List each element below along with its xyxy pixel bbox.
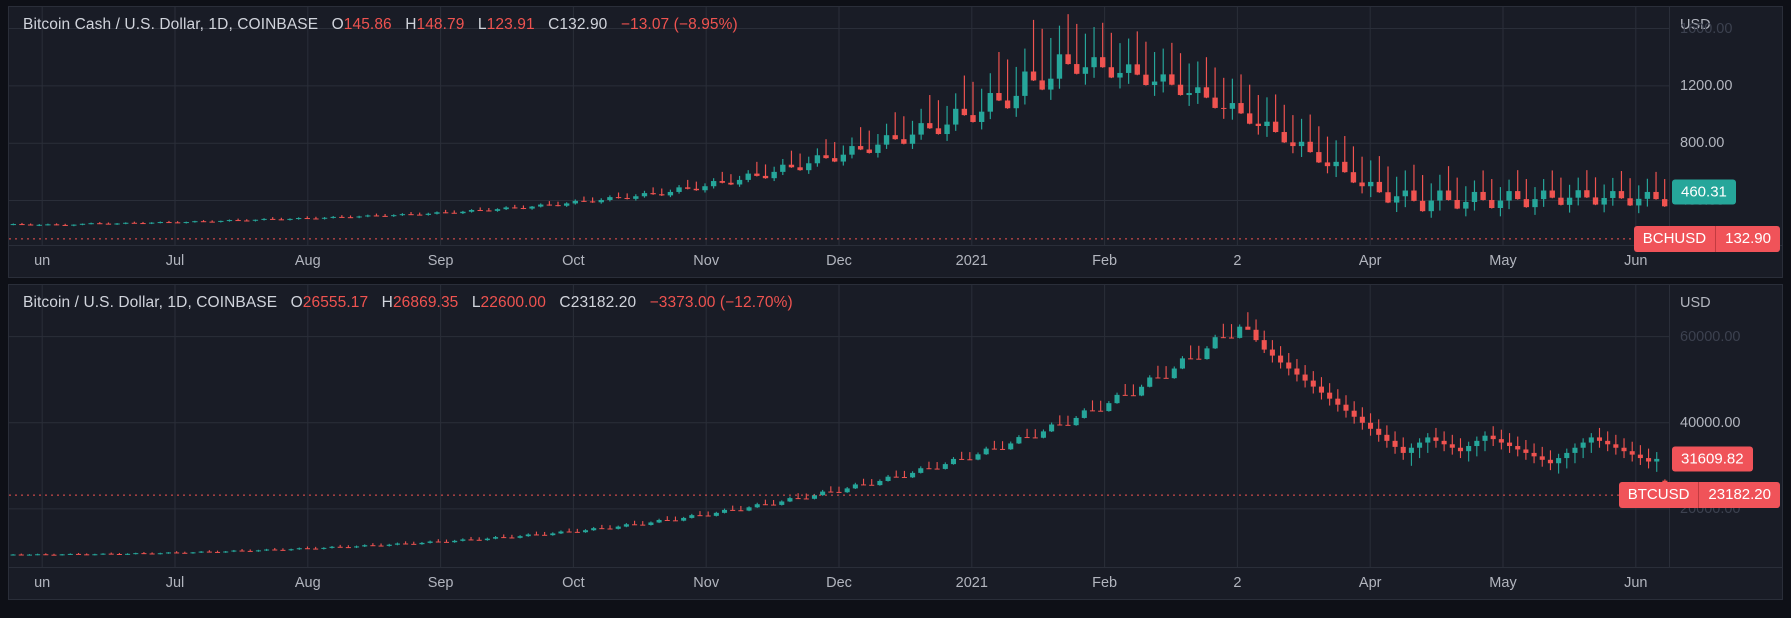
- price-axis-btcusd[interactable]: USD 60000.0040000.0020000.0031609.82: [1669, 285, 1782, 567]
- legend-close-key: C: [548, 16, 559, 33]
- time-tick-un: un: [34, 253, 50, 269]
- legend-high-key: H: [405, 16, 416, 33]
- time-tick-Oct: Oct: [562, 253, 585, 269]
- symbol-price-badge[interactable]: BTCUSD23182.20: [1619, 482, 1780, 508]
- time-tick-Dec: Dec: [826, 575, 852, 591]
- legend-high-key: H: [382, 294, 393, 311]
- legend-low-key: L: [478, 16, 487, 33]
- time-tick-Aug: Aug: [295, 253, 321, 269]
- time-tick-Aug: Aug: [295, 575, 321, 591]
- time-tick-Jul: Jul: [166, 575, 185, 591]
- time-tick-2021: 2021: [956, 575, 988, 591]
- symbol-badge-name[interactable]: BTCUSD: [1619, 482, 1700, 508]
- legend-change: −3373.00 (−12.70%): [650, 294, 793, 311]
- plot-area-btcusd[interactable]: [9, 285, 1669, 567]
- time-tick-Apr: Apr: [1359, 253, 1382, 269]
- legend-low-key: L: [472, 294, 481, 311]
- legend-btcusd[interactable]: Bitcoin / U.S. Dollar, 1D, COINBASE O265…: [23, 294, 793, 312]
- time-tick-Apr: Apr: [1359, 575, 1382, 591]
- time-tick-un: un: [34, 575, 50, 591]
- chart-application: Bitcoin Cash / U.S. Dollar, 1D, COINBASE…: [0, 0, 1791, 618]
- time-tick-Feb: Feb: [1092, 575, 1117, 591]
- legend-high-value: 26869.35: [393, 294, 458, 311]
- legend-low-value: 123.91: [487, 16, 535, 33]
- legend-change: −13.07 (−8.95%): [621, 16, 738, 33]
- legend-open-key: O: [332, 16, 344, 33]
- chart-pane-btcusd[interactable]: Bitcoin / U.S. Dollar, 1D, COINBASE O265…: [8, 284, 1783, 600]
- last-price-badge[interactable]: 31609.82: [1672, 446, 1753, 471]
- legend-open-value: 26555.17: [303, 294, 368, 311]
- price-tick-60000.00: 60000.00: [1680, 329, 1740, 345]
- time-tick-Sep: Sep: [428, 575, 454, 591]
- time-tick-2: 2: [1233, 575, 1241, 591]
- candlestick-svg-bchusd: [9, 7, 1669, 245]
- legend-open-key: O: [291, 294, 303, 311]
- legend-bchusd[interactable]: Bitcoin Cash / U.S. Dollar, 1D, COINBASE…: [23, 16, 738, 34]
- price-tick-1600.00: 1600.00: [1680, 21, 1732, 37]
- time-tick-2: 2: [1233, 253, 1241, 269]
- time-tick-May: May: [1489, 253, 1516, 269]
- chart-pane-bchusd[interactable]: Bitcoin Cash / U.S. Dollar, 1D, COINBASE…: [8, 6, 1783, 278]
- legend-low-value: 22600.00: [481, 294, 546, 311]
- time-tick-Jul: Jul: [166, 253, 185, 269]
- time-tick-Jun: Jun: [1624, 575, 1647, 591]
- symbol-price-badge[interactable]: BCHUSD132.90: [1634, 226, 1780, 252]
- legend-high-value: 148.79: [416, 16, 464, 33]
- time-tick-Nov: Nov: [693, 575, 719, 591]
- time-axis-btcusd[interactable]: un Jul Aug Sep Oct Nov Dec 2021 Feb 2 Apr May Jun: [9, 567, 1782, 599]
- legend-open-value: 145.86: [344, 16, 392, 33]
- time-tick-Oct: Oct: [562, 575, 585, 591]
- candlestick-svg-btcusd: [9, 285, 1669, 567]
- time-axis-bchusd[interactable]: un Jul Aug Sep Oct Nov Dec 2021 Feb 2 Apr May Jun: [9, 245, 1782, 277]
- price-axis-unit: USD: [1680, 295, 1711, 311]
- legend-symbol-title[interactable]: Bitcoin / U.S. Dollar, 1D, COINBASE: [23, 294, 277, 311]
- symbol-badge-price[interactable]: 23182.20: [1699, 482, 1780, 508]
- last-price-badge[interactable]: 460.31: [1672, 179, 1736, 204]
- legend-symbol-title[interactable]: Bitcoin Cash / U.S. Dollar, 1D, COINBASE: [23, 16, 318, 33]
- symbol-badge-price[interactable]: 132.90: [1716, 226, 1780, 252]
- legend-close-key: C: [559, 294, 570, 311]
- time-tick-Feb: Feb: [1092, 253, 1117, 269]
- legend-close-value: 132.90: [559, 16, 607, 33]
- time-tick-Dec: Dec: [826, 253, 852, 269]
- legend-close-value: 23182.20: [571, 294, 636, 311]
- time-tick-Nov: Nov: [693, 253, 719, 269]
- price-tick-1200.00: 1200.00: [1680, 78, 1732, 94]
- plot-area-bchusd[interactable]: [9, 7, 1669, 245]
- symbol-badge-name[interactable]: BCHUSD: [1634, 226, 1716, 252]
- time-tick-Jun: Jun: [1624, 253, 1647, 269]
- price-tick-40000.00: 40000.00: [1680, 415, 1740, 431]
- time-tick-Sep: Sep: [428, 253, 454, 269]
- price-axis-bchusd[interactable]: USD 1600.001200.00800.00400.00460.31: [1669, 7, 1782, 245]
- time-tick-May: May: [1489, 575, 1516, 591]
- price-tick-800.00: 800.00: [1680, 135, 1724, 151]
- time-tick-2021: 2021: [956, 253, 988, 269]
